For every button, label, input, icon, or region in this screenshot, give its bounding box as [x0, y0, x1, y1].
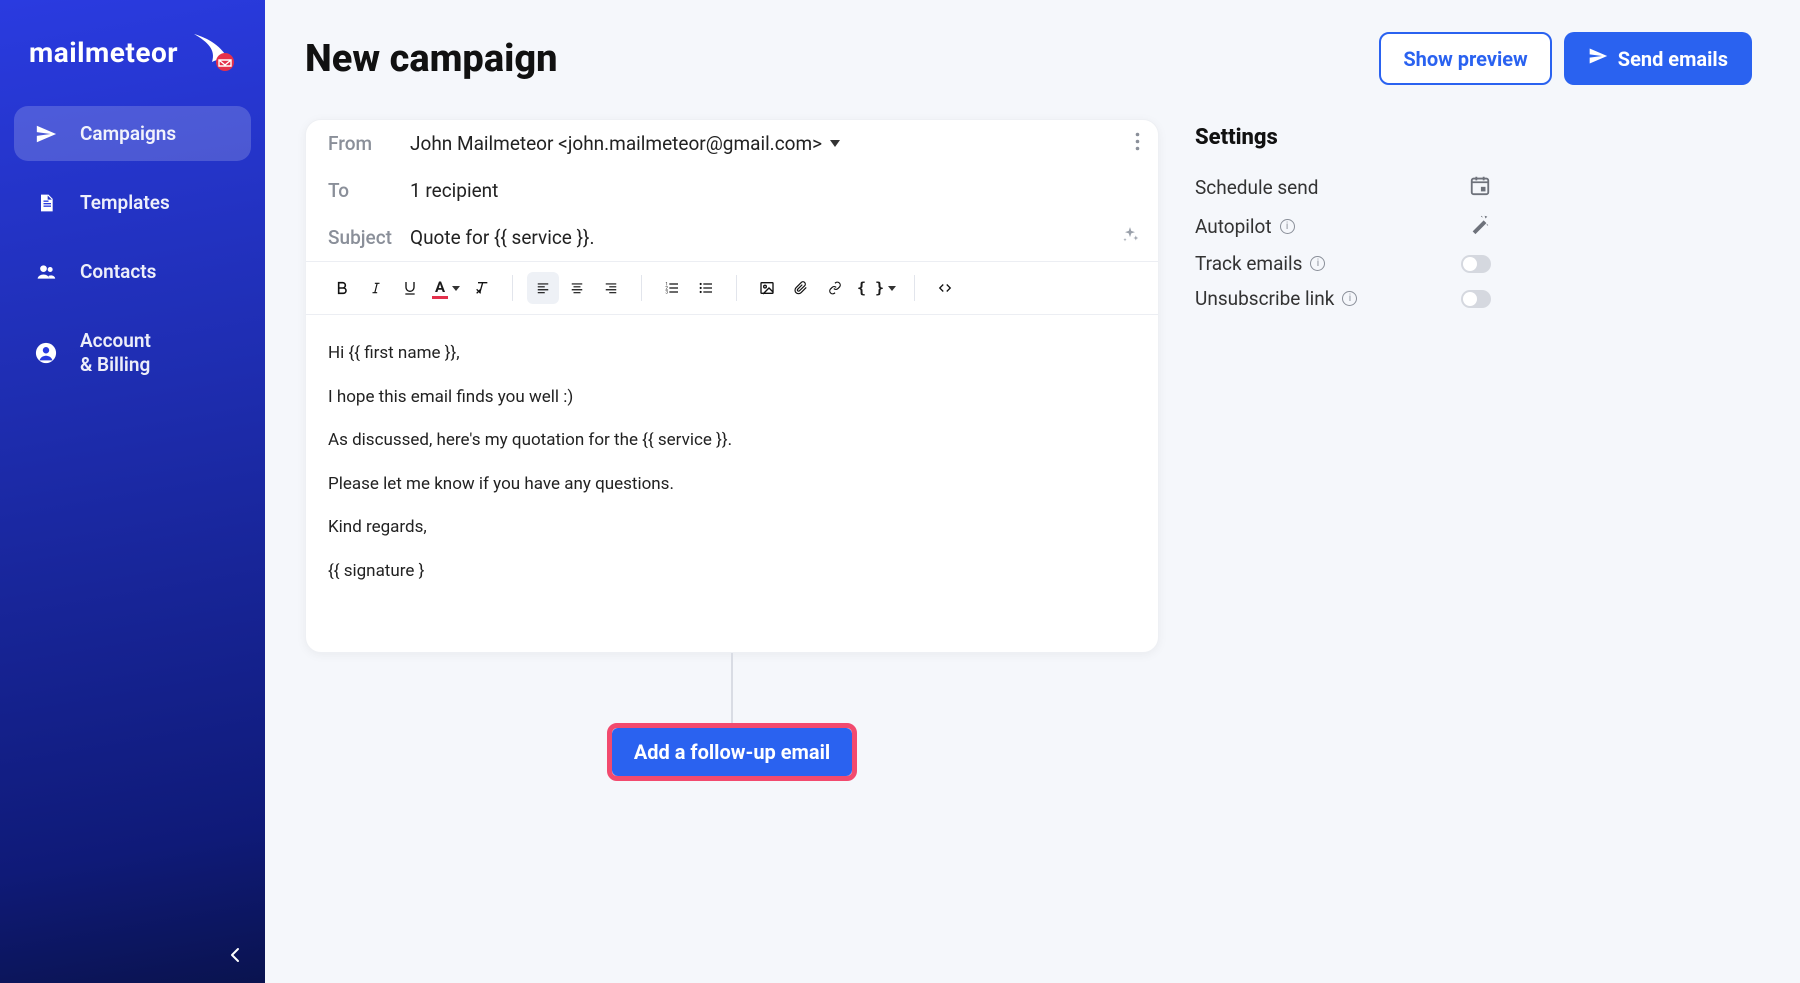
sidebar-item-account-billing[interactable]: Account & Billing: [14, 313, 251, 393]
calendar-icon: [1469, 174, 1491, 201]
body-line: {{ signature }: [328, 559, 1136, 585]
nav: Campaigns Templates Contacts Account & B…: [0, 106, 265, 393]
page-title: New campaign: [305, 37, 558, 81]
account-icon: [34, 342, 58, 364]
sidebar-item-label: Templates: [80, 191, 231, 214]
followup-section: Add a follow-up email: [305, 653, 1159, 781]
bold-button[interactable]: [326, 272, 358, 304]
setting-label: Schedule send: [1195, 176, 1318, 199]
more-options-button[interactable]: [1135, 132, 1140, 155]
body-line: Hi {{ first name }},: [328, 341, 1136, 367]
to-row[interactable]: To 1 recipient: [306, 167, 1158, 214]
email-composer: From John Mailmeteor <john.mailmeteor@gm…: [305, 119, 1159, 653]
html-source-button[interactable]: [929, 272, 961, 304]
body-line: Please let me know if you have any quest…: [328, 472, 1136, 498]
setting-autopilot[interactable]: Autopilot i: [1195, 207, 1491, 246]
svg-text:3: 3: [665, 289, 668, 295]
sidebar-item-label: Account & Billing: [80, 329, 231, 377]
from-value: John Mailmeteor <john.mailmeteor@gmail.c…: [410, 132, 822, 155]
attach-file-button[interactable]: [785, 272, 817, 304]
from-selector[interactable]: John Mailmeteor <john.mailmeteor@gmail.c…: [410, 132, 840, 155]
setting-label: Unsubscribe link: [1195, 287, 1334, 310]
email-body-editor[interactable]: Hi {{ first name }}, I hope this email f…: [306, 315, 1158, 652]
toggle-switch[interactable]: [1461, 290, 1491, 308]
header-actions: Show preview Send emails: [1379, 32, 1752, 85]
content: From John Mailmeteor <john.mailmeteor@gm…: [305, 119, 1752, 781]
info-icon: i: [1342, 291, 1357, 306]
from-row: From John Mailmeteor <john.mailmeteor@gm…: [306, 120, 1158, 167]
send-icon: [34, 123, 58, 145]
body-line: I hope this email finds you well :): [328, 385, 1136, 411]
align-left-button[interactable]: [527, 272, 559, 304]
italic-button[interactable]: [360, 272, 392, 304]
to-value: 1 recipient: [410, 179, 498, 202]
insert-image-button[interactable]: [751, 272, 783, 304]
settings-title: Settings: [1195, 125, 1491, 150]
ai-sparkle-button[interactable]: [1120, 225, 1140, 250]
main: New campaign Show preview Send emails Fr…: [265, 0, 1800, 983]
collapse-sidebar-button[interactable]: [221, 941, 249, 969]
align-right-button[interactable]: [595, 272, 627, 304]
people-icon: [34, 262, 58, 282]
setting-label: Track emails: [1195, 252, 1302, 275]
magic-wand-icon: [1469, 213, 1491, 240]
body-line: Kind regards,: [328, 515, 1136, 541]
button-label: Show preview: [1403, 47, 1527, 71]
insert-link-button[interactable]: [819, 272, 851, 304]
button-label: Add a follow-up email: [634, 740, 830, 764]
unordered-list-button[interactable]: [690, 272, 722, 304]
brand-name: mailmeteor: [29, 36, 178, 69]
setting-schedule-send[interactable]: Schedule send: [1195, 168, 1491, 207]
editor-toolbar: A 123: [306, 262, 1158, 315]
add-followup-button[interactable]: Add a follow-up email: [612, 728, 852, 776]
sidebar-item-campaigns[interactable]: Campaigns: [14, 106, 251, 161]
brand-logo-icon: [188, 32, 236, 72]
toggle-switch[interactable]: [1461, 255, 1491, 273]
chevron-down-icon: [452, 286, 460, 291]
sidebar-item-label: Campaigns: [80, 122, 231, 145]
chevron-down-icon: [888, 286, 896, 291]
setting-track-emails[interactable]: Track emails i: [1195, 246, 1491, 281]
followup-highlight: Add a follow-up email: [607, 723, 857, 781]
button-label: Send emails: [1618, 47, 1728, 71]
body-line: As discussed, here's my quotation for th…: [328, 428, 1136, 454]
setting-unsubscribe-link[interactable]: Unsubscribe link i: [1195, 281, 1491, 316]
underline-button[interactable]: [394, 272, 426, 304]
settings-panel: Settings Schedule send Autopilot i: [1195, 119, 1491, 316]
show-preview-button[interactable]: Show preview: [1379, 32, 1551, 85]
header: New campaign Show preview Send emails: [305, 32, 1752, 85]
to-label: To: [328, 179, 410, 202]
ordered-list-button[interactable]: 123: [656, 272, 688, 304]
subject-value: Quote for {{ service }}.: [410, 226, 594, 249]
insert-variable-button[interactable]: { }: [853, 272, 900, 304]
send-emails-button[interactable]: Send emails: [1564, 32, 1752, 85]
text-color-button[interactable]: A: [428, 272, 464, 304]
setting-label: Autopilot: [1195, 215, 1272, 238]
info-icon: i: [1310, 256, 1325, 271]
sidebar: mailmeteor Campaigns Templates: [0, 0, 265, 983]
sidebar-item-contacts[interactable]: Contacts: [14, 244, 251, 299]
sidebar-item-templates[interactable]: Templates: [14, 175, 251, 230]
chevron-down-icon: [830, 140, 840, 147]
send-icon: [1588, 46, 1608, 71]
from-label: From: [328, 132, 410, 155]
sidebar-item-label: Contacts: [80, 260, 231, 283]
clear-format-button[interactable]: [466, 272, 498, 304]
document-icon: [34, 192, 58, 214]
align-center-button[interactable]: [561, 272, 593, 304]
brand: mailmeteor: [0, 18, 265, 106]
subject-row[interactable]: Subject Quote for {{ service }}.: [306, 214, 1158, 262]
info-icon: i: [1280, 219, 1295, 234]
connector-line: [731, 653, 733, 723]
subject-label: Subject: [328, 226, 410, 249]
